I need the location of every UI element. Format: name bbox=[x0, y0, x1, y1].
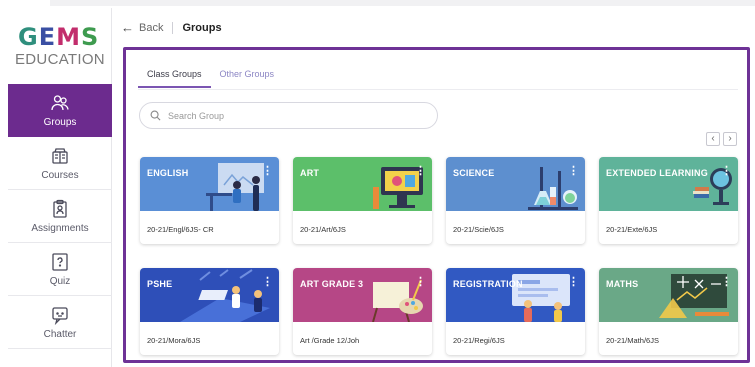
group-card-pshe[interactable]: PSHE ⋮ 20-21/Mora/6JS bbox=[140, 268, 279, 355]
card-banner: ART ⋮ bbox=[293, 157, 432, 211]
groups-panel: Class Groups Other Groups ‹ › ENG bbox=[123, 47, 750, 363]
sidebar-item-assignments[interactable]: Assignments bbox=[8, 190, 112, 243]
search-icon bbox=[150, 110, 161, 121]
group-tabs: Class Groups Other Groups bbox=[138, 66, 283, 88]
card-banner: EXTENDED LEARNING ⋮ bbox=[599, 157, 738, 211]
kebab-menu-icon[interactable]: ⋮ bbox=[721, 277, 732, 288]
card-code: 20-21/Engl/6JS- CR bbox=[147, 225, 214, 234]
card-title: MATHS bbox=[606, 279, 639, 289]
logo-letter: E bbox=[38, 23, 57, 51]
card-banner: SCIENCE ⋮ bbox=[446, 157, 585, 211]
card-title: REGISTRATION bbox=[453, 279, 523, 289]
pshe-illustration bbox=[140, 268, 279, 322]
logo-letter: G bbox=[18, 23, 39, 51]
kebab-menu-icon[interactable]: ⋮ bbox=[262, 277, 273, 288]
registration-illustration bbox=[446, 268, 585, 322]
card-code: 20-21/Mora/6JS bbox=[147, 336, 201, 345]
group-card-art[interactable]: ART ⋮ 20-21/Art/6JS bbox=[293, 157, 432, 244]
sidebar-nav: Groups Courses Assignments Quiz Chatter bbox=[8, 84, 112, 349]
card-banner: ENGLISH ⋮ bbox=[140, 157, 279, 211]
sidebar-item-label: Groups bbox=[43, 117, 77, 128]
sidebar-item-label: Assignments bbox=[31, 222, 89, 234]
kebab-menu-icon[interactable]: ⋮ bbox=[415, 166, 426, 177]
kebab-menu-icon[interactable]: ⋮ bbox=[721, 166, 732, 177]
card-code: 20-21/Math/6JS bbox=[606, 336, 659, 345]
courses-icon bbox=[50, 146, 70, 166]
carousel-pager: ‹ › bbox=[706, 132, 737, 146]
sidebar-item-quiz[interactable]: Quiz bbox=[8, 243, 112, 296]
maths-illustration bbox=[599, 268, 738, 322]
sidebar-item-label: Courses bbox=[41, 169, 79, 181]
sidebar-item-label: Quiz bbox=[49, 275, 71, 287]
card-title: ENGLISH bbox=[147, 168, 189, 178]
page-title: Groups bbox=[182, 21, 222, 34]
group-card-science[interactable]: SCIENCE ⋮ 20-21/Scie/6JS bbox=[446, 157, 585, 244]
search-input[interactable] bbox=[168, 110, 408, 121]
breadcrumb-divider bbox=[172, 21, 174, 34]
sidebar-item-chatter[interactable]: Chatter bbox=[8, 296, 112, 349]
breadcrumb: ← Back Groups bbox=[121, 20, 222, 35]
chat-icon bbox=[50, 305, 70, 325]
card-title: SCIENCE bbox=[453, 168, 495, 178]
group-card-registration[interactable]: REGISTRATION ⋮ 20-21/Regi/6JS bbox=[446, 268, 585, 355]
card-title: PSHE bbox=[147, 279, 173, 289]
next-page-button[interactable]: › bbox=[723, 132, 737, 146]
sidebar: GEMS EDUCATION Groups Courses Assignment… bbox=[0, 8, 112, 367]
back-arrow-icon[interactable]: ← bbox=[121, 20, 134, 35]
kebab-menu-icon[interactable]: ⋮ bbox=[262, 166, 273, 177]
extended-learning-illustration bbox=[599, 157, 738, 211]
group-card-maths[interactable]: MATHS ⋮ 20-21/Math/6JS bbox=[599, 268, 738, 355]
tabs-divider bbox=[138, 89, 738, 90]
group-card-english[interactable]: ENGLISH ⋮ 20-21/Engl/6JS- CR bbox=[140, 157, 279, 244]
art-illustration bbox=[293, 157, 432, 211]
sidebar-item-courses[interactable]: Courses bbox=[8, 137, 112, 190]
card-code: Art /Grade 12/Joh bbox=[300, 336, 360, 345]
back-link[interactable]: Back bbox=[139, 22, 163, 34]
kebab-menu-icon[interactable]: ⋮ bbox=[415, 277, 426, 288]
card-code: 20-21/Regi/6JS bbox=[453, 336, 505, 345]
group-card-extended-learning[interactable]: EXTENDED LEARNING ⋮ 20-21/Exte/6JS bbox=[599, 157, 738, 244]
users-icon bbox=[50, 93, 70, 113]
assignment-icon bbox=[50, 199, 70, 219]
kebab-menu-icon[interactable]: ⋮ bbox=[568, 277, 579, 288]
card-code: 20-21/Exte/6JS bbox=[606, 225, 658, 234]
card-title: ART bbox=[300, 168, 320, 178]
logo-letter: S bbox=[81, 23, 100, 51]
sidebar-item-groups[interactable]: Groups bbox=[8, 84, 112, 137]
tab-class-groups[interactable]: Class Groups bbox=[138, 66, 211, 88]
art-grade-illustration bbox=[293, 268, 432, 322]
top-bar-strip bbox=[50, 0, 755, 6]
card-code: 20-21/Art/6JS bbox=[300, 225, 346, 234]
quiz-icon bbox=[50, 252, 70, 272]
group-card-art-grade-3[interactable]: ART GRADE 3 ⋮ Art /Grade 12/Joh bbox=[293, 268, 432, 355]
card-title: EXTENDED LEARNING bbox=[606, 168, 708, 178]
card-banner: MATHS ⋮ bbox=[599, 268, 738, 322]
search-box[interactable] bbox=[139, 102, 438, 129]
card-banner: ART GRADE 3 ⋮ bbox=[293, 268, 432, 322]
kebab-menu-icon[interactable]: ⋮ bbox=[568, 166, 579, 177]
tab-other-groups[interactable]: Other Groups bbox=[211, 66, 284, 88]
english-illustration bbox=[140, 157, 279, 211]
logo-subtitle: EDUCATION bbox=[15, 51, 105, 68]
card-title: ART GRADE 3 bbox=[300, 279, 364, 289]
sidebar-item-label: Chatter bbox=[43, 328, 77, 340]
prev-page-button[interactable]: ‹ bbox=[706, 132, 720, 146]
logo-wordmark: GEMS bbox=[18, 24, 102, 50]
card-banner: PSHE ⋮ bbox=[140, 268, 279, 322]
card-banner: REGISTRATION ⋮ bbox=[446, 268, 585, 322]
logo-letter: M bbox=[56, 23, 81, 51]
card-code: 20-21/Scie/6JS bbox=[453, 225, 504, 234]
gems-logo[interactable]: GEMS EDUCATION bbox=[15, 24, 105, 68]
science-illustration bbox=[446, 157, 585, 211]
